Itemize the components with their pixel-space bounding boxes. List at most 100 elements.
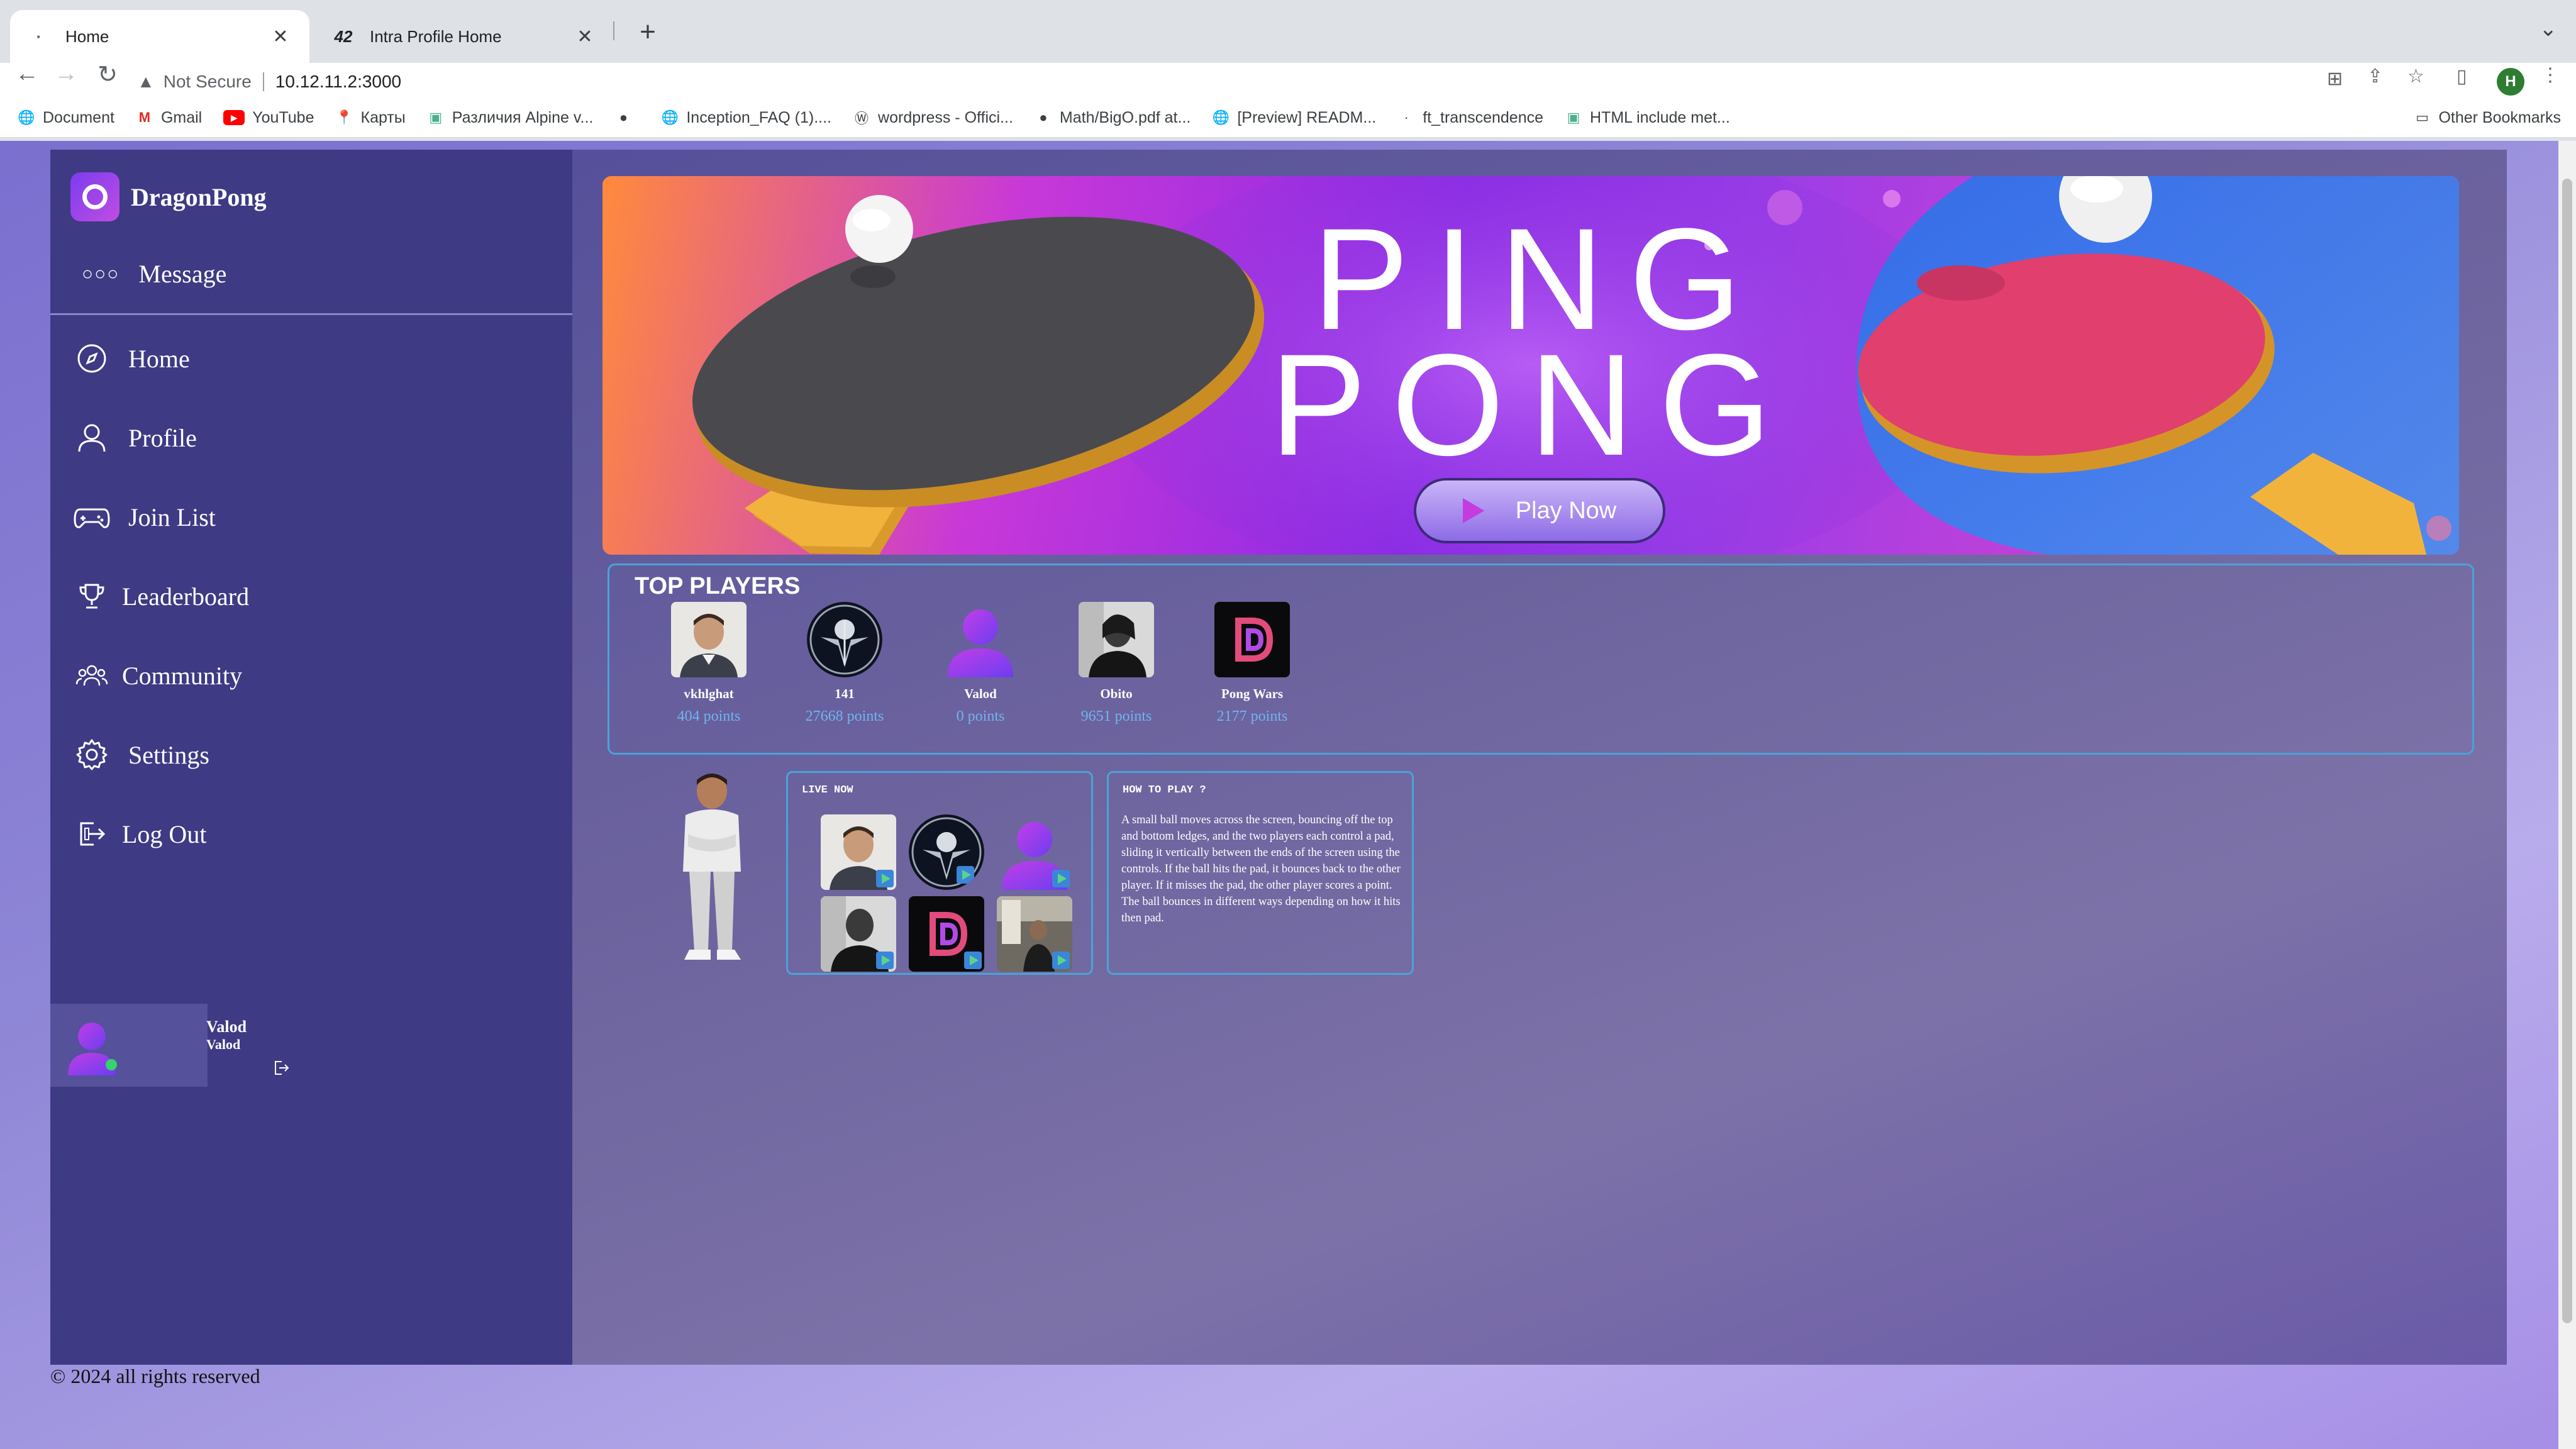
bookmark-alpine[interactable]: ▣ Различия Alpine v...	[427, 108, 594, 127]
sidebar-item-join-list[interactable]: Join List	[73, 492, 216, 542]
banner-title-line: PING	[1312, 198, 1767, 360]
app-container: DragonPong ○○○ Message Home Profile Join…	[50, 150, 2507, 1365]
community-icon	[73, 657, 111, 694]
page-icon: ▣	[429, 109, 443, 125]
live-stream-thumbnail[interactable]	[821, 896, 896, 972]
sidebar-item-community[interactable]: Community	[73, 650, 242, 701]
star-icon[interactable]: ☆	[2407, 65, 2424, 87]
bookmark-ft-transcendence[interactable]: · ft_transcendence	[1397, 109, 1543, 127]
gear-icon	[73, 736, 111, 774]
profile-avatar[interactable]: H	[2497, 68, 2524, 96]
player-card[interactable]: Obito 9651 points	[1066, 602, 1167, 725]
sidebar-divider	[50, 313, 572, 315]
play-icon	[1052, 952, 1070, 969]
globe-icon: 🌐	[661, 109, 679, 125]
character-illustration	[673, 771, 755, 966]
bookmark-inception[interactable]: 🌐 Inception_FAQ (1)....	[661, 109, 831, 127]
bookmark-document[interactable]: 🌐 Document	[18, 109, 114, 127]
forward-icon[interactable]: →	[50, 60, 82, 87]
ping-pong-banner: PING PONG Play Now	[602, 176, 2459, 555]
photo-man-icon	[671, 602, 747, 677]
current-user-card[interactable]	[50, 1004, 208, 1087]
bookmark-label: Карты	[360, 108, 406, 126]
player-card[interactable]: Pong Wars 2177 points	[1202, 602, 1302, 725]
bookmark-label: HTML include met...	[1590, 108, 1730, 126]
page-background: DragonPong ○○○ Message Home Profile Join…	[0, 141, 2576, 1449]
bookmark-maps[interactable]: 📍 Карты	[336, 109, 406, 127]
trophy-icon	[73, 577, 111, 615]
maps-icon: 📍	[335, 109, 353, 125]
bookmark-label: Math/BigO.pdf at...	[1059, 108, 1191, 126]
page-icon: ▣	[1567, 109, 1580, 125]
player-points: 9651 points	[1080, 708, 1152, 724]
live-stream-thumbnail[interactable]	[909, 896, 984, 972]
play-icon	[1052, 870, 1070, 887]
bookmark-readme[interactable]: 🌐 [Preview] READM...	[1212, 108, 1377, 127]
github-icon: ●	[619, 109, 628, 125]
other-bookmarks[interactable]: ▭ Other Bookmarks	[2413, 109, 2561, 127]
ellipsis-icon: ○○○	[82, 263, 120, 284]
page-scrollbar[interactable]	[2558, 141, 2576, 1449]
bookmark-github[interactable]: ●	[614, 109, 640, 126]
current-user-login: Valod	[206, 1036, 241, 1052]
bookmark-gmail[interactable]: M Gmail	[136, 109, 202, 127]
play-icon	[957, 866, 974, 884]
play-now-label: Play Now	[1515, 497, 1617, 524]
how-to-play-panel: HOW TO PLAY ? A small ball moves across …	[1107, 771, 1414, 975]
live-now-title: LIVE NOW	[802, 784, 853, 796]
bookmarks-bar: 🌐 Document M Gmail ▶ YouTube 📍 Карты ▣ Различ…	[0, 98, 2576, 138]
player-points: 2177 points	[1216, 708, 1288, 724]
back-icon[interactable]: ←	[11, 60, 43, 87]
bookmark-label: Document	[43, 108, 114, 126]
bookmark-label: [Preview] READM...	[1237, 108, 1377, 126]
sidebar-item-label: Leaderboard	[122, 582, 250, 611]
bookmark-label: Различия Alpine v...	[452, 108, 594, 126]
live-stream-thumbnail[interactable]	[997, 814, 1072, 890]
side-panel-icon[interactable]: ▯	[2457, 65, 2467, 87]
sidebar-item-settings[interactable]: Settings	[73, 730, 209, 780]
player-name: Pong Wars	[1221, 686, 1284, 701]
footer-copyright: © 2024 all rights reserved	[50, 1365, 260, 1387]
bookmark-html-include[interactable]: ▣ HTML include met...	[1565, 109, 1730, 127]
url-text: 10.12.11.2:3000	[275, 72, 402, 91]
sidebar-item-leaderboard[interactable]: Leaderboard	[73, 571, 249, 621]
default-user-icon	[943, 602, 1018, 677]
message-button[interactable]: ○○○ Message	[82, 259, 226, 289]
live-stream-thumbnail[interactable]	[909, 814, 984, 890]
live-stream-thumbnail[interactable]	[821, 814, 896, 890]
browser-toolbar: ← → ↻ ▲ Not Secure 10.12.11.2:3000 ⊞ ⇪ ☆…	[0, 0, 2576, 101]
globe-icon: 🌐	[1212, 109, 1230, 125]
sidebar-item-profile[interactable]: Profile	[73, 413, 197, 463]
address-bar[interactable]: ▲ Not Secure 10.12.11.2:3000	[137, 63, 2275, 101]
player-card[interactable]: 141 27668 points	[794, 602, 895, 725]
play-now-button[interactable]: Play Now	[1414, 478, 1665, 543]
emblem-icon	[807, 602, 882, 677]
player-card[interactable]: Valod 0 points	[930, 602, 1031, 725]
main-content: PING PONG Play Now TOP PLAYERS vkhlghat …	[572, 150, 2507, 1365]
github-icon: ●	[1039, 109, 1048, 125]
bookmark-label: YouTube	[252, 108, 314, 126]
bookmark-wordpress[interactable]: Ⓦwordpress - Offici...	[853, 109, 1013, 127]
logout-icon[interactable]	[273, 1059, 291, 1081]
reload-icon[interactable]: ↻	[92, 60, 123, 89]
player-points: 0 points	[956, 708, 1005, 724]
sidebar-item-home[interactable]: Home	[73, 333, 190, 384]
bookmark-bigo[interactable]: ● Math/BigO.pdf at...	[1035, 109, 1191, 127]
translate-icon[interactable]: ⊞	[2327, 68, 2343, 90]
bookmark-label: Inception_FAQ (1)....	[686, 108, 832, 126]
dragonpong-logo-icon	[70, 172, 119, 221]
sidebar-item-label: Settings	[128, 740, 209, 769]
warning-icon: ▲	[137, 72, 155, 91]
sidebar-item-logout[interactable]: Log Out	[73, 809, 206, 859]
bookmark-youtube[interactable]: ▶ YouTube	[223, 109, 314, 127]
player-card[interactable]: vkhlghat 404 points	[658, 602, 759, 725]
brand[interactable]: DragonPong	[70, 172, 267, 221]
share-icon[interactable]: ⇪	[2367, 65, 2383, 87]
play-icon	[876, 952, 894, 969]
dp-logo-icon	[1214, 602, 1290, 677]
bookmark-label: wordpress - Offici...	[878, 108, 1013, 126]
menu-icon[interactable]: ⋮	[2541, 64, 2560, 86]
scrollbar-thumb[interactable]	[2562, 179, 2572, 1323]
live-stream-thumbnail[interactable]	[997, 896, 1072, 972]
live-now-panel: LIVE NOW	[786, 771, 1093, 975]
